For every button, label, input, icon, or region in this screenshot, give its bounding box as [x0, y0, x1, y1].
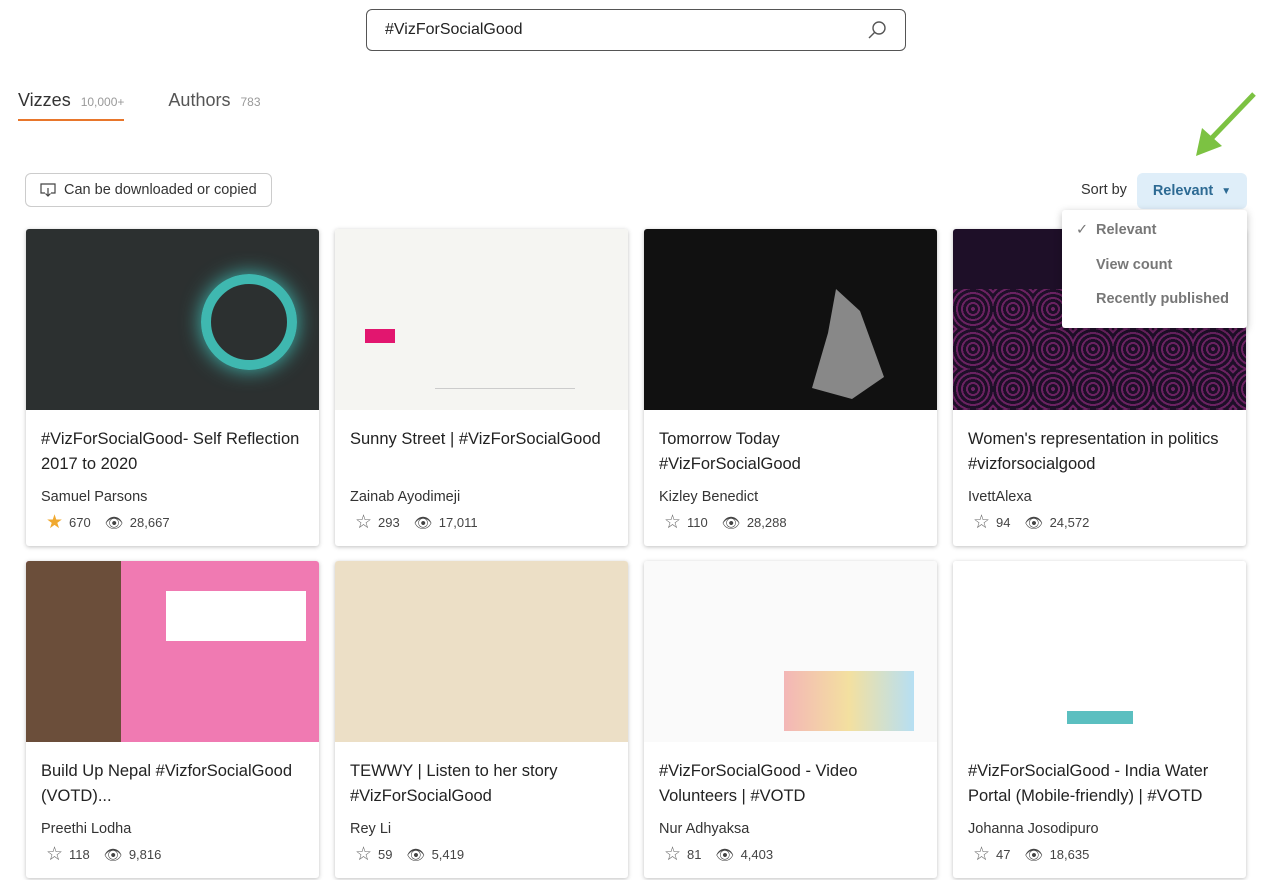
favorite-star-icon[interactable]: ☆	[973, 511, 990, 534]
eye-icon: 👁	[1024, 846, 1044, 864]
sort-selected: Relevant	[1152, 183, 1214, 199]
tab-vizzes[interactable]: Vizzes 10,000+	[18, 90, 125, 121]
sort-option-recently-published[interactable]: Recently published	[1062, 291, 1247, 326]
viz-card[interactable]: #VizForSocialGood - Video Volunteers | #…	[644, 561, 937, 878]
viz-title[interactable]: #VizForSocialGood - India Water Portal (…	[953, 742, 1246, 813]
view-count: 5,419	[431, 847, 465, 862]
sort-menu: ✓ Relevant View count Recently published	[1062, 210, 1247, 328]
eye-icon: 👁	[715, 846, 735, 864]
downloadable-filter-button[interactable]: Can be downloaded or copied	[25, 173, 272, 207]
viz-title[interactable]: #VizForSocialGood - Video Volunteers | #…	[644, 742, 937, 813]
favorite-count: 670	[69, 515, 91, 530]
eye-icon: 👁	[721, 514, 741, 532]
eye-icon: 👁	[406, 846, 426, 864]
check-icon: ✓	[1076, 222, 1089, 238]
favorite-count: 59	[378, 847, 393, 862]
viz-author[interactable]: Rey Li	[335, 813, 628, 837]
search-icon[interactable]	[867, 20, 887, 40]
viz-author[interactable]: Samuel Parsons	[26, 481, 319, 505]
option-label: Recently published	[1096, 291, 1229, 307]
view-count: 18,635	[1049, 847, 1090, 862]
eye-icon: 👁	[413, 514, 433, 532]
viz-title[interactable]: TEWWY | Listen to her story #VizForSocia…	[335, 742, 628, 813]
filter-label: Can be downloaded or copied	[64, 182, 257, 198]
favorite-count: 47	[996, 847, 1011, 862]
viz-card[interactable]: Build Up Nepal #VizforSocialGood (VOTD).…	[26, 561, 319, 878]
favorite-star-icon[interactable]: ☆	[46, 843, 63, 866]
viz-title[interactable]: Build Up Nepal #VizforSocialGood (VOTD).…	[26, 742, 319, 813]
viz-card[interactable]: Tomorrow Today #VizForSocialGood Kizley …	[644, 229, 937, 546]
favorite-count: 118	[69, 847, 90, 862]
viz-stats: ☆ 118 👁 9,816	[46, 843, 161, 866]
favorite-star-icon[interactable]: ☆	[664, 511, 681, 534]
viz-stats: ☆ 47 👁 18,635	[973, 843, 1089, 866]
viz-card[interactable]: #VizForSocialGood- Self Reflection 2017 …	[26, 229, 319, 546]
tab-count: 10,000+	[80, 95, 125, 109]
favorite-star-icon[interactable]: ★	[46, 511, 63, 534]
viz-stats: ☆ 59 👁 5,419	[355, 843, 464, 866]
eye-icon: 👁	[104, 514, 124, 532]
view-count: 17,011	[438, 515, 478, 530]
view-count: 24,572	[1049, 515, 1090, 530]
viz-card[interactable]: #VizForSocialGood - India Water Portal (…	[953, 561, 1246, 878]
viz-stats: ☆ 110 👁 28,288	[664, 511, 787, 534]
viz-thumbnail[interactable]	[644, 561, 937, 742]
result-tabs: Vizzes 10,000+ Authors 783	[18, 90, 261, 121]
option-label: View count	[1096, 256, 1173, 273]
favorite-star-icon[interactable]: ☆	[973, 843, 990, 866]
viz-thumbnail[interactable]	[26, 561, 319, 742]
viz-author[interactable]: Johanna Josodipuro	[953, 813, 1246, 837]
favorite-count: 94	[996, 515, 1011, 530]
viz-title[interactable]: Women's representation in politics #vizf…	[953, 410, 1246, 481]
viz-title[interactable]: Tomorrow Today #VizForSocialGood	[644, 410, 937, 481]
viz-stats: ★ 670 👁 28,667	[46, 511, 170, 534]
download-icon	[40, 183, 56, 197]
viz-title[interactable]: Sunny Street | #VizForSocialGood	[335, 410, 628, 481]
viz-stats: ☆ 81 👁 4,403	[664, 843, 773, 866]
sort-dropdown[interactable]: Relevant ▼	[1137, 173, 1247, 209]
view-count: 4,403	[740, 847, 774, 862]
eye-icon: 👁	[103, 846, 123, 864]
viz-author[interactable]: Preethi Lodha	[26, 813, 319, 837]
viz-author[interactable]: IvettAlexa	[953, 481, 1246, 505]
viz-thumbnail[interactable]	[26, 229, 319, 410]
favorite-star-icon[interactable]: ☆	[355, 843, 372, 866]
view-count: 9,816	[128, 847, 162, 862]
favorite-count: 293	[378, 515, 400, 530]
viz-stats: ☆ 293 👁 17,011	[355, 511, 478, 534]
viz-author[interactable]: Kizley Benedict	[644, 481, 937, 505]
favorite-count: 110	[687, 515, 708, 530]
viz-author[interactable]: Nur Adhyaksa	[644, 813, 937, 837]
viz-thumbnail[interactable]	[953, 561, 1246, 742]
tab-label: Authors	[168, 90, 231, 110]
sort-option-view-count[interactable]: View count	[1062, 257, 1247, 292]
sort-label: Sort by	[1081, 182, 1127, 198]
view-count: 28,667	[129, 515, 170, 530]
viz-stats: ☆ 94 👁 24,572	[973, 511, 1089, 534]
caret-down-icon: ▼	[1221, 185, 1232, 197]
favorite-star-icon[interactable]: ☆	[664, 843, 681, 866]
tab-authors[interactable]: Authors 783	[168, 90, 260, 121]
viz-thumbnail[interactable]	[644, 229, 937, 410]
viz-thumbnail[interactable]	[335, 561, 628, 742]
view-count: 28,288	[746, 515, 787, 530]
viz-title[interactable]: #VizForSocialGood- Self Reflection 2017 …	[26, 410, 319, 481]
sort-option-relevant[interactable]: ✓ Relevant	[1062, 222, 1247, 257]
viz-card[interactable]: TEWWY | Listen to her story #VizForSocia…	[335, 561, 628, 878]
search-value: #VizForSocialGood	[385, 21, 523, 38]
search-input[interactable]: #VizForSocialGood	[366, 9, 906, 51]
viz-thumbnail[interactable]	[335, 229, 628, 410]
favorite-star-icon[interactable]: ☆	[355, 511, 372, 534]
option-label: Relevant	[1096, 222, 1157, 238]
tab-label: Vizzes	[18, 90, 71, 110]
favorite-count: 81	[687, 847, 702, 862]
viz-author[interactable]: Zainab Ayodimeji	[335, 481, 628, 505]
green-arrow-icon	[1196, 92, 1256, 156]
eye-icon: 👁	[1024, 514, 1044, 532]
viz-card[interactable]: Sunny Street | #VizForSocialGood Zainab …	[335, 229, 628, 546]
tab-count: 783	[240, 95, 261, 109]
